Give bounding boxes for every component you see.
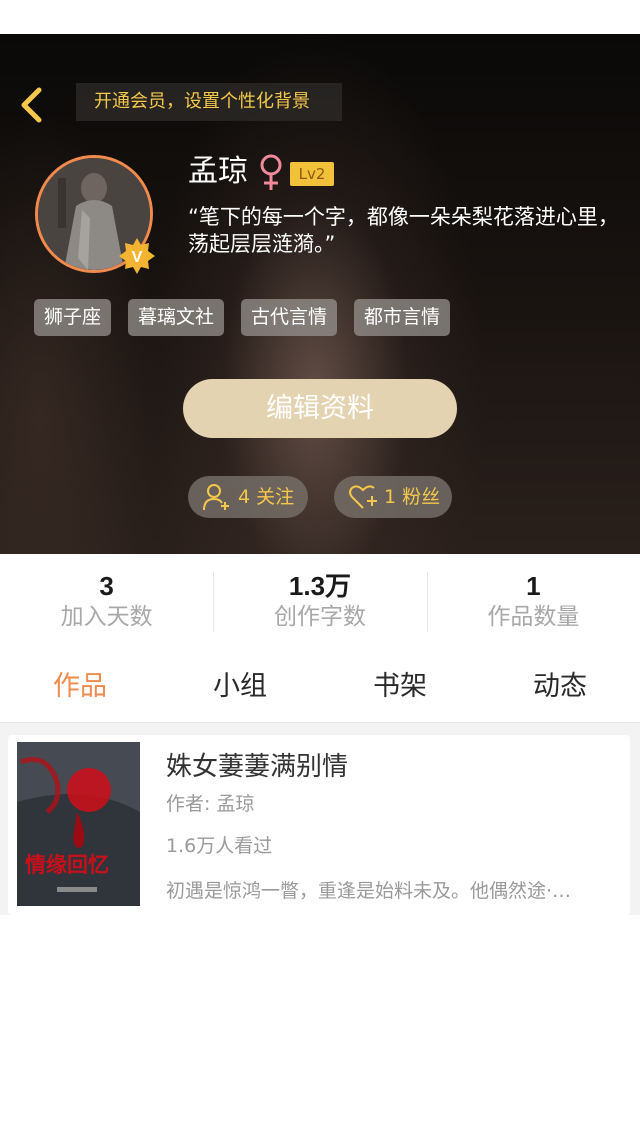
book-title[interactable]: 姝女萋萋满别情 (166, 749, 348, 785)
add-user-icon (203, 484, 229, 511)
tab-works[interactable]: 作品 (0, 666, 160, 708)
book-description: 初遇是惊鸿一瞥，重逢是始料未及。他偶然途·… (166, 880, 572, 902)
book-card[interactable]: 情缘回忆 姝女萋萋满别情 作者: 孟琼 1.6万人看过 初遇是惊鸿一瞥，重逢是始… (8, 735, 630, 915)
tag-club: 暮璃文社 (128, 299, 225, 336)
book-views: 1.6万人看过 (166, 835, 273, 857)
fans-button[interactable]: 1 粉丝 (334, 476, 452, 518)
heart-plus-icon (349, 485, 377, 509)
tab-bar: 作品 小组 书架 动态 (0, 666, 640, 708)
nickname: 孟琼 (188, 154, 248, 189)
tab-activity[interactable]: 动态 (480, 666, 640, 708)
tag-list: 狮子座 暮璃文社 古代言情 都市言情 (34, 299, 451, 336)
fans-count: 1 粉丝 (384, 486, 441, 508)
bio-text: “笔下的每一个字，都像一朵朵梨花落进心里，荡起层层涟漪。” (188, 205, 619, 256)
profile-header: 开通会员，设置个性化背景 V 孟琼 Lv2 “笔下的每一个字，都像一朵朵梨花落进… (0, 34, 640, 554)
stat-value: 1 (526, 571, 541, 601)
stat-join-days: 3 加入天数 (0, 570, 213, 638)
tab-bookshelf[interactable]: 书架 (320, 666, 480, 708)
svg-text:V: V (132, 249, 143, 266)
book-cover[interactable]: 情缘回忆 (17, 742, 140, 906)
stat-label: 加入天数 (60, 604, 153, 630)
tab-groups[interactable]: 小组 (160, 666, 320, 708)
stat-label: 创作字数 (273, 604, 366, 630)
female-gender-icon (260, 154, 282, 190)
tag-zodiac: 狮子座 (34, 299, 112, 336)
stat-value: 3 (99, 571, 114, 601)
following-count: 4 关注 (238, 486, 295, 508)
book-author: 作者: 孟琼 (166, 793, 255, 815)
level-badge: Lv2 (290, 162, 334, 186)
tag-genre-urban: 都市言情 (354, 299, 451, 336)
stat-label: 作品数量 (487, 604, 580, 630)
verified-badge-icon: V (119, 238, 155, 274)
back-icon[interactable] (14, 84, 54, 126)
stat-word-count: 1.3万 创作字数 (213, 570, 426, 638)
tag-genre-ancient: 古代言情 (241, 299, 338, 336)
vip-background-banner[interactable]: 开通会员，设置个性化背景 (76, 83, 342, 121)
stat-works-count: 1 作品数量 (426, 570, 640, 638)
stat-value: 1.3万 (288, 571, 352, 601)
following-button[interactable]: 4 关注 (188, 476, 308, 518)
edit-profile-button[interactable]: 编辑资料 (183, 379, 457, 438)
stats-bar: 3 加入天数 1.3万 创作字数 1 作品数量 (0, 570, 640, 638)
cover-title-text: 情缘回忆 (25, 852, 109, 877)
profile-page: 开通会员，设置个性化背景 V 孟琼 Lv2 “笔下的每一个字，都像一朵朵梨花落进… (0, 0, 640, 1138)
